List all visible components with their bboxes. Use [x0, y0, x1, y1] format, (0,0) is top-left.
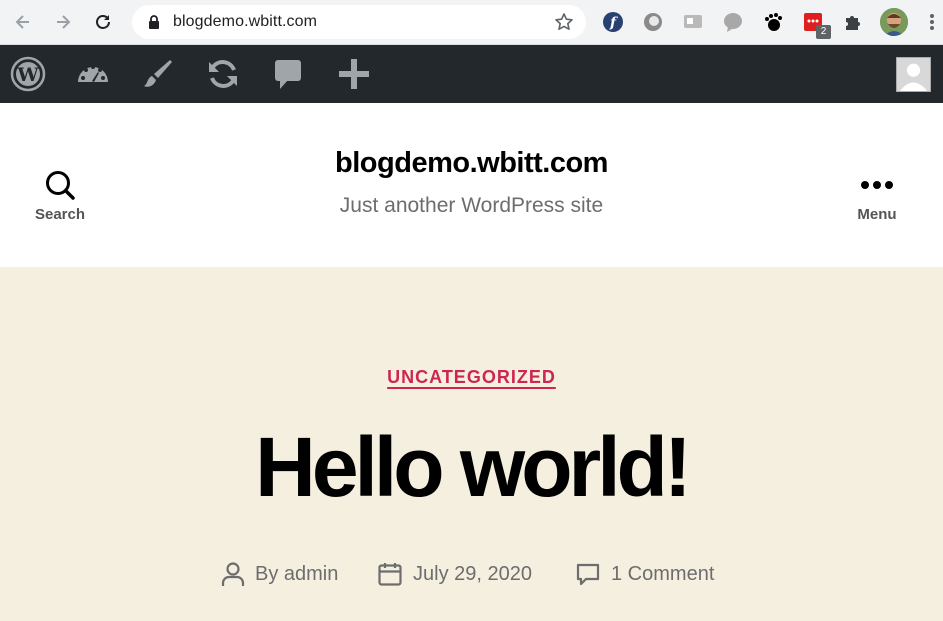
updates-refresh-icon[interactable] [203, 56, 243, 92]
author-text[interactable]: By admin [255, 563, 338, 586]
speech-extension-icon[interactable] [722, 11, 744, 33]
post-category: UNCATEGORIZED [0, 367, 943, 388]
comments-bubble-icon[interactable] [268, 56, 308, 92]
site-description: Just another WordPress site [339, 194, 604, 217]
post-comments[interactable]: 1 Comment [575, 560, 714, 588]
bookmark-star-icon[interactable] [554, 12, 574, 32]
customize-brush-icon[interactable] [138, 56, 178, 92]
wp-admin-bar: W [0, 45, 943, 103]
circle-extension-icon[interactable] [642, 11, 664, 33]
site-header: Search blogdemo.wbitt.com Just another W… [0, 103, 943, 267]
address-bar[interactable]: blogdemo.wbitt.com [132, 5, 586, 39]
forward-arrow-icon[interactable] [49, 8, 77, 36]
site-title[interactable]: blogdemo.wbitt.com [0, 147, 943, 180]
url-text[interactable]: blogdemo.wbitt.com [173, 13, 317, 31]
puzzle-extensions-icon[interactable] [842, 11, 864, 33]
category-link[interactable]: UNCATEGORIZED [387, 367, 556, 387]
new-plus-icon[interactable] [334, 56, 374, 92]
fedora-extension-icon[interactable]: f [602, 11, 624, 33]
kebab-menu-icon[interactable] [923, 12, 941, 32]
comments-text[interactable]: 1 Comment [611, 563, 714, 586]
comment-bubble-icon [576, 563, 600, 586]
browser-toolbar: blogdemo.wbitt.com f 2 [0, 0, 943, 45]
gnome-extension-icon[interactable] [762, 11, 784, 33]
person-icon [221, 562, 245, 586]
date-text[interactable]: July 29, 2020 [413, 563, 532, 586]
extension-badge: 2 [816, 25, 831, 39]
profile-avatar[interactable] [880, 8, 908, 36]
calendar-icon [378, 563, 402, 586]
menu-toggle[interactable]: Menu [832, 168, 922, 223]
translate-extension-icon[interactable] [682, 11, 704, 33]
dashboard-gauge-icon[interactable] [73, 56, 113, 92]
post-title[interactable]: Hello world! [0, 425, 943, 509]
svg-text:W: W [16, 64, 39, 86]
ellipsis-menu-icon [861, 181, 893, 189]
lock-icon[interactable] [146, 14, 162, 30]
wordpress-logo-icon[interactable]: W [8, 56, 48, 92]
reload-icon[interactable] [89, 8, 117, 36]
post-entry-header: UNCATEGORIZED Hello world! By admin July… [0, 267, 943, 621]
user-avatar[interactable] [896, 57, 931, 92]
post-author[interactable]: By admin [221, 560, 338, 588]
back-arrow-icon[interactable] [9, 8, 37, 36]
post-date[interactable]: July 29, 2020 [377, 560, 532, 588]
menu-label: Menu [857, 206, 897, 223]
